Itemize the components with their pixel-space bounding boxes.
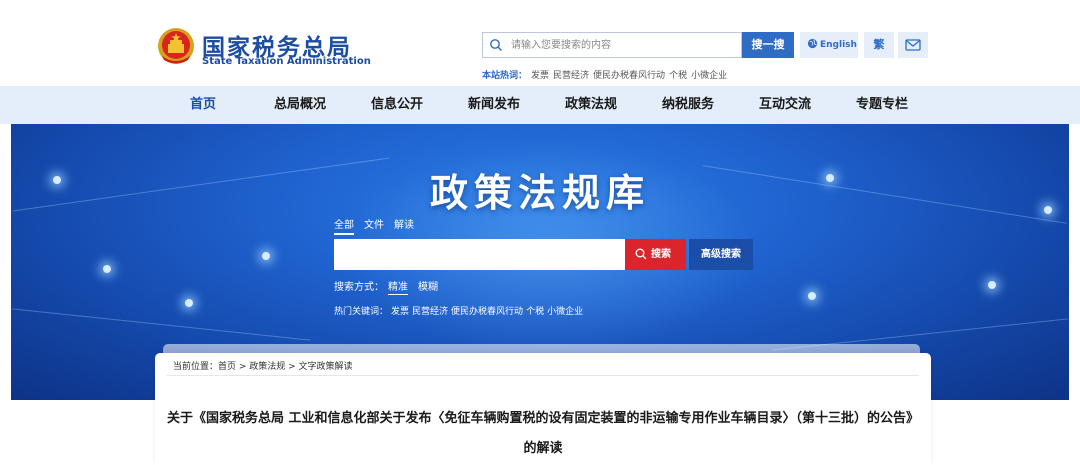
nav-item-interaction[interactable]: 互动交流 — [745, 86, 825, 124]
policy-search-label: 搜索 — [651, 249, 671, 260]
search-mode-selector: 搜索方式： 精准 模糊 — [334, 278, 444, 295]
hot-keyword-link[interactable]: 发票 — [391, 307, 409, 317]
scope-tab-all[interactable]: 全部 — [334, 216, 354, 235]
nav-item-info-disclosure[interactable]: 信息公开 — [357, 86, 437, 124]
search-icon — [635, 248, 647, 260]
article-title: 关于《国家税务总局 工业和信息化部关于发布〈免征车辆购置税的设有固定装置的非运输… — [166, 411, 920, 456]
traditional-chinese-button[interactable]: 繁 — [864, 32, 894, 58]
nav-item-home[interactable]: 首页 — [163, 86, 243, 124]
hot-word-link[interactable]: 发票 — [531, 71, 549, 81]
banner-light-dot — [185, 299, 193, 307]
scope-tab-documents[interactable]: 文件 — [364, 216, 384, 233]
hot-keyword-link[interactable]: 便民办税春风行动 — [451, 307, 523, 317]
breadcrumb[interactable]: 当前位置：首页 > 政策法规 > 文字政策解读 — [173, 359, 353, 372]
search-mode-fuzzy[interactable]: 模糊 — [418, 278, 438, 294]
banner-title: 政策法规库 — [429, 170, 650, 215]
hot-keyword-link[interactable]: 民营经济 — [412, 307, 448, 317]
nav-item-tax-service[interactable]: 纳税服务 — [648, 86, 728, 124]
divider — [167, 375, 919, 376]
globe-icon — [807, 38, 818, 49]
nav-item-policy[interactable]: 政策法规 — [551, 86, 631, 124]
hot-words-label: 本站热词： — [482, 71, 528, 81]
article-card: 当前位置：首页 > 政策法规 > 文字政策解读 关于《国家税务总局 工业和信息化… — [155, 353, 931, 465]
mail-icon — [905, 39, 921, 51]
advanced-search-button[interactable]: 高级搜索 — [689, 239, 753, 270]
banner-light-dot — [808, 292, 816, 300]
banner-hot-keywords: 热门关键词： 发票 民营经济 便民办税春风行动 个税 小微企业 — [334, 304, 583, 317]
search-mode-label: 搜索方式： — [334, 282, 384, 293]
search-mode-exact[interactable]: 精准 — [388, 278, 408, 295]
top-search-input[interactable] — [511, 33, 737, 57]
banner-light-dot — [103, 265, 111, 273]
mail-button[interactable] — [898, 32, 928, 58]
top-search-box — [482, 32, 742, 58]
hot-word-link[interactable]: 民营经济 — [553, 71, 589, 81]
nav-item-overview[interactable]: 总局概况 — [260, 86, 340, 124]
policy-search-box — [334, 239, 626, 270]
hot-word-link[interactable]: 个税 — [669, 71, 687, 81]
site-subtitle: State Taxation Administration — [202, 56, 371, 67]
banner-decor-line — [11, 308, 311, 341]
hot-keyword-link[interactable]: 小微企业 — [547, 307, 583, 317]
search-icon — [490, 39, 502, 51]
banner-light-dot — [262, 252, 270, 260]
page-root: 国家税务总局 State Taxation Administration 搜一搜… — [0, 0, 1080, 465]
english-button[interactable]: English — [800, 32, 858, 58]
hot-word-link[interactable]: 小微企业 — [691, 71, 727, 81]
english-label: English — [820, 40, 857, 50]
search-scope-tabs: 全部 文件 解读 — [334, 216, 424, 235]
policy-search-input[interactable] — [334, 239, 626, 270]
main-nav: 首页 总局概况 信息公开 新闻发布 政策法规 纳税服务 互动交流 专题专栏 — [0, 86, 1080, 124]
header-hot-words: 本站热词： 发票 民营经济 便民办税春风行动 个税 小微企业 — [482, 68, 727, 81]
hot-word-link[interactable]: 便民办税春风行动 — [593, 71, 665, 81]
site-header: 国家税务总局 State Taxation Administration 搜一搜… — [0, 0, 1080, 86]
national-emblem-icon[interactable] — [156, 26, 196, 66]
top-search-button[interactable]: 搜一搜 — [742, 32, 794, 58]
policy-search-button[interactable]: 搜索 — [625, 239, 686, 270]
scope-tab-interpretations[interactable]: 解读 — [394, 216, 414, 233]
banner-light-dot — [988, 281, 996, 289]
nav-item-topics[interactable]: 专题专栏 — [842, 86, 922, 124]
nav-item-news[interactable]: 新闻发布 — [454, 86, 534, 124]
hot-keyword-link[interactable]: 个税 — [526, 307, 544, 317]
hot-keywords-label: 热门关键词： — [334, 307, 389, 317]
